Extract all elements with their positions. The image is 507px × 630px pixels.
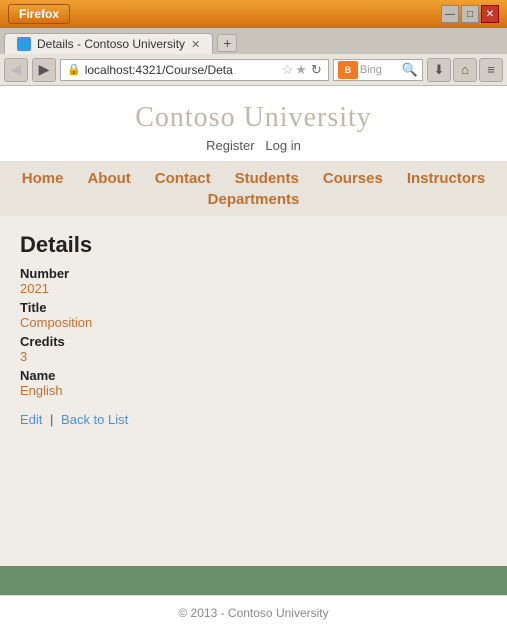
edit-link[interactable]: Edit: [20, 412, 42, 427]
bookmark-star[interactable]: ☆: [282, 62, 294, 78]
forward-button[interactable]: ▶: [32, 58, 56, 82]
page-area: Contoso University Register Log in Home …: [0, 86, 507, 566]
title-label: Title: [20, 300, 487, 315]
nav-bar: ◀ ▶ 🔒 localhost:4321/Course/Deta ☆ ★ ↻ B…: [0, 54, 507, 86]
search-input[interactable]: Bing: [360, 64, 400, 76]
number-value: 2021: [20, 281, 487, 296]
nav-departments[interactable]: Departments: [196, 189, 312, 210]
search-box[interactable]: B Bing 🔍: [333, 59, 423, 81]
bookmark-filled[interactable]: ★: [295, 62, 307, 78]
nav-links: Home About Contact Students Courses Inst…: [0, 168, 507, 210]
browser-chrome: Firefox — □ ✕ 🌐 Details - Contoso Univer…: [0, 0, 507, 86]
nav-instructors[interactable]: Instructors: [395, 168, 497, 189]
name-label: Name: [20, 368, 487, 383]
details-heading: Details: [20, 232, 487, 258]
window-controls: — □ ✕: [441, 5, 499, 23]
back-to-list-link[interactable]: Back to List: [61, 412, 128, 427]
address-icon: 🔒: [67, 63, 81, 76]
credits-label: Credits: [20, 334, 487, 349]
bookmark-buttons: ☆ ★: [282, 62, 307, 78]
home-button[interactable]: ⌂: [453, 58, 477, 82]
nav-contact[interactable]: Contact: [143, 168, 223, 189]
back-button[interactable]: ◀: [4, 58, 28, 82]
nav-about[interactable]: About: [75, 168, 142, 189]
tab-title: Details - Contoso University: [37, 37, 185, 51]
new-tab-button[interactable]: +: [217, 34, 237, 52]
url-text: localhost:4321/Course/Deta: [85, 63, 278, 77]
tab-favicon: 🌐: [17, 37, 31, 51]
details-content: Details Number 2021 Title Composition Cr…: [0, 216, 507, 443]
site-title: Contoso University: [0, 102, 507, 134]
close-button[interactable]: ✕: [481, 5, 499, 23]
auth-links: Register Log in: [0, 138, 507, 153]
credits-value: 3: [20, 349, 487, 364]
site-header: Contoso University Register Log in: [0, 86, 507, 162]
active-tab[interactable]: 🌐 Details - Contoso University ✕: [4, 33, 213, 54]
nav-menu: Home About Contact Students Courses Inst…: [0, 162, 507, 216]
maximize-button[interactable]: □: [461, 5, 479, 23]
nav-students[interactable]: Students: [223, 168, 311, 189]
title-bar: Firefox — □ ✕: [0, 0, 507, 28]
search-button[interactable]: 🔍: [402, 62, 418, 78]
login-link[interactable]: Log in: [265, 138, 300, 153]
register-link[interactable]: Register: [206, 138, 254, 153]
name-value: English: [20, 383, 487, 398]
toolbar-icons: ⬇ ⌂ ≡: [427, 58, 503, 82]
number-label: Number: [20, 266, 487, 281]
refresh-button[interactable]: ↻: [311, 62, 322, 78]
nav-home[interactable]: Home: [10, 168, 76, 189]
nav-courses[interactable]: Courses: [311, 168, 395, 189]
tab-bar: 🌐 Details - Contoso University ✕ +: [0, 28, 507, 54]
address-bar[interactable]: 🔒 localhost:4321/Course/Deta ☆ ★ ↻: [60, 59, 329, 81]
action-links: Edit | Back to List: [20, 412, 487, 427]
tab-close-button[interactable]: ✕: [191, 38, 200, 51]
title-value: Composition: [20, 315, 487, 330]
menu-button[interactable]: ≡: [479, 58, 503, 82]
minimize-button[interactable]: —: [441, 5, 459, 23]
search-area: B Bing 🔍: [333, 59, 423, 81]
firefox-menu-button[interactable]: Firefox: [8, 4, 70, 24]
link-separator: |: [50, 412, 53, 427]
download-button[interactable]: ⬇: [427, 58, 451, 82]
bing-icon: B: [338, 61, 358, 79]
